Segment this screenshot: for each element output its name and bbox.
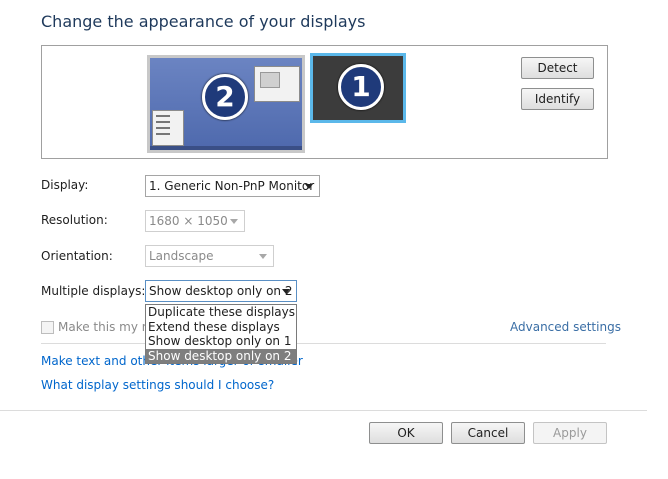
window-thumbnail-icon bbox=[254, 66, 300, 102]
display-2-badge: 2 bbox=[202, 74, 248, 120]
resolution-label: Resolution: bbox=[41, 213, 108, 227]
multiple-displays-select[interactable]: Show desktop only on 2 bbox=[145, 280, 297, 302]
orientation-select-value: Landscape bbox=[149, 249, 214, 263]
dropdown-option-only-1[interactable]: Show desktop only on 1 bbox=[146, 334, 296, 349]
chevron-down-icon bbox=[259, 254, 267, 259]
chevron-down-icon bbox=[305, 184, 313, 189]
window-thumbnail-icon bbox=[152, 110, 184, 146]
multiple-displays-dropdown: Duplicate these displays Extend these di… bbox=[145, 304, 297, 364]
dropdown-option-extend[interactable]: Extend these displays bbox=[146, 320, 296, 335]
multiple-displays-label: Multiple displays: bbox=[41, 284, 146, 298]
identify-button[interactable]: Identify bbox=[521, 88, 594, 110]
display-1-monitor[interactable]: 1 bbox=[310, 53, 406, 123]
display-help-link[interactable]: What display settings should I choose? bbox=[41, 378, 274, 392]
ok-button[interactable]: OK bbox=[369, 422, 443, 444]
chevron-down-icon bbox=[282, 289, 290, 294]
display-label: Display: bbox=[41, 178, 89, 192]
page-title: Change the appearance of your displays bbox=[41, 12, 366, 31]
section-divider bbox=[41, 343, 606, 344]
detect-button[interactable]: Detect bbox=[521, 57, 594, 79]
resolution-select[interactable]: 1680 × 1050 bbox=[145, 210, 245, 232]
resolution-select-value: 1680 × 1050 bbox=[149, 214, 228, 228]
display-select-value: 1. Generic Non-PnP Monitor bbox=[149, 179, 315, 193]
display-select[interactable]: 1. Generic Non-PnP Monitor bbox=[145, 175, 320, 197]
dropdown-option-only-2[interactable]: Show desktop only on 2 bbox=[146, 348, 296, 363]
chevron-down-icon bbox=[230, 219, 238, 224]
display-1-badge: 1 bbox=[338, 64, 384, 110]
apply-button[interactable]: Apply bbox=[533, 422, 607, 444]
taskbar bbox=[150, 146, 302, 150]
orientation-select[interactable]: Landscape bbox=[145, 245, 274, 267]
multiple-displays-select-value: Show desktop only on 2 bbox=[149, 284, 293, 298]
dropdown-option-duplicate[interactable]: Duplicate these displays bbox=[146, 305, 296, 320]
cancel-button[interactable]: Cancel bbox=[451, 422, 525, 444]
display-preview: 2 1 Detect Identify bbox=[41, 45, 608, 159]
main-display-checkbox[interactable] bbox=[41, 321, 54, 334]
footer-divider bbox=[0, 410, 647, 411]
orientation-label: Orientation: bbox=[41, 249, 113, 263]
display-2-monitor[interactable]: 2 bbox=[147, 55, 305, 153]
advanced-settings-link[interactable]: Advanced settings bbox=[510, 320, 621, 334]
